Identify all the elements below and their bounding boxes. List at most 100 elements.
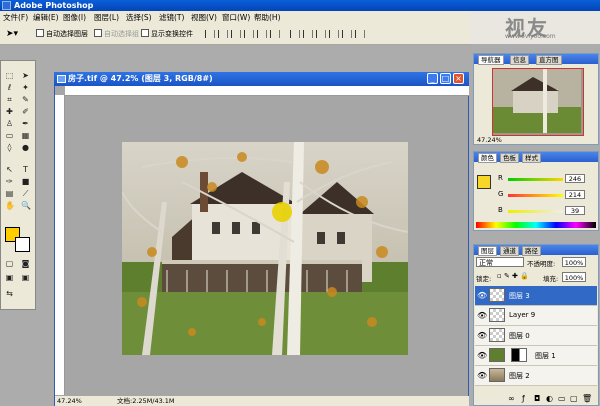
navigator-preview[interactable] <box>492 68 584 136</box>
healing-brush-icon[interactable]: ✚ <box>5 107 14 116</box>
distribute-left-icon[interactable] <box>329 30 339 38</box>
tab-styles[interactable]: 样式 <box>522 153 541 163</box>
tab-layers[interactable]: 图层 <box>478 246 497 256</box>
layer-row[interactable]: 👁 图层 0 <box>475 326 597 346</box>
menu-window[interactable]: 窗口(W) <box>222 11 250 24</box>
auto-select-layer-checkbox[interactable]: 自动选择图层 <box>36 28 88 40</box>
menu-filter[interactable]: 滤镜(T) <box>159 11 184 24</box>
history-brush-icon[interactable]: ✒ <box>21 119 30 128</box>
minimize-button[interactable]: _ <box>427 73 438 84</box>
layer-mask-thumbnail[interactable] <box>511 348 527 362</box>
layer-row[interactable]: 👁 图层 2 <box>475 366 597 386</box>
path-select-icon[interactable]: ↖ <box>5 165 14 174</box>
tab-swatches[interactable]: 色板 <box>500 153 519 163</box>
blend-mode-select[interactable]: 正常 <box>476 257 524 267</box>
delete-layer-icon[interactable]: 🗑 <box>582 392 592 405</box>
stamp-tool-icon[interactable]: ♙ <box>5 119 14 128</box>
color-panel-foreground-swatch[interactable] <box>477 175 491 189</box>
blur-tool-icon[interactable]: ◊ <box>5 143 14 152</box>
tab-navigator[interactable]: 导航器 <box>478 55 504 65</box>
crop-tool-icon[interactable]: ⌗ <box>5 95 14 104</box>
menu-select[interactable]: 选择(S) <box>126 11 152 24</box>
align-hcenter-icon[interactable] <box>257 30 267 38</box>
quickmask-mode-icon[interactable]: ◙ <box>21 259 30 268</box>
screen-mode-icon[interactable]: ▣ <box>5 273 14 282</box>
tab-info[interactable]: 信息 <box>510 55 529 65</box>
align-right-icon[interactable] <box>270 30 280 38</box>
channel-g-slider[interactable] <box>508 194 563 197</box>
add-mask-icon[interactable]: ◘ <box>534 392 540 405</box>
gradient-tool-icon[interactable]: ▦ <box>21 131 30 140</box>
close-button[interactable]: × <box>453 73 464 84</box>
menu-edit[interactable]: 编辑(E) <box>33 11 59 24</box>
jump-to-imageready-icon[interactable]: ⇆ <box>5 289 14 298</box>
opacity-input[interactable]: 100% <box>562 257 586 267</box>
distribute-bottom-icon[interactable] <box>316 30 326 38</box>
align-top-icon[interactable] <box>205 30 215 38</box>
zoom-level[interactable]: 47.24% <box>57 396 82 406</box>
new-group-icon[interactable]: ▭ <box>558 392 566 405</box>
pen-tool-icon[interactable]: ✑ <box>5 177 14 186</box>
fullscreen-mode-icon[interactable]: ▣ <box>21 273 30 282</box>
hand-tool-icon[interactable]: ✋ <box>5 201 15 210</box>
auto-select-layer-label: 自动选择图层 <box>46 30 88 38</box>
fill-input[interactable]: 100% <box>562 272 586 282</box>
shape-tool-icon[interactable]: ■ <box>21 177 30 186</box>
adjustment-layer-icon[interactable]: ◐ <box>546 392 553 405</box>
background-color-swatch[interactable] <box>15 237 30 252</box>
tab-color[interactable]: 颜色 <box>478 153 497 163</box>
lock-icons[interactable]: ▫ ✎ ✚ 🔒 <box>497 272 529 280</box>
eraser-tool-icon[interactable]: ▭ <box>5 131 14 140</box>
channel-r-value[interactable]: 246 <box>565 174 585 183</box>
document-canvas[interactable] <box>122 142 408 355</box>
show-transform-controls-checkbox[interactable]: 显示变换控件 <box>141 28 193 40</box>
move-tool-icon[interactable]: ➤▾ <box>6 28 18 40</box>
layer-row[interactable]: 👁 图层 3 <box>475 286 597 306</box>
channel-g-value[interactable]: 214 <box>565 190 585 199</box>
dodge-tool-icon[interactable]: ● <box>21 143 30 152</box>
layer-row[interactable]: 👁 图层 1 <box>475 346 597 366</box>
link-layers-icon[interactable]: ∞ <box>508 392 515 405</box>
channel-r-slider[interactable] <box>508 178 563 181</box>
move-tool-icon[interactable]: ➤ <box>21 71 30 80</box>
menu-layer[interactable]: 图层(L) <box>94 11 119 24</box>
auto-select-group-checkbox[interactable]: 自动选择组 <box>94 28 139 40</box>
zoom-tool-icon[interactable]: 🔍 <box>21 201 31 210</box>
visibility-eye-icon[interactable]: 👁 <box>477 371 487 380</box>
visibility-eye-icon[interactable]: 👁 <box>477 291 487 300</box>
menu-image[interactable]: 图像(I) <box>63 11 86 24</box>
layer-style-icon[interactable]: ƒ <box>522 392 525 405</box>
tab-paths[interactable]: 路径 <box>522 246 541 256</box>
navigator-zoom[interactable]: 47.24% <box>477 136 502 144</box>
menu-view[interactable]: 视图(V) <box>191 11 217 24</box>
menu-file[interactable]: 文件(F) <box>3 11 28 24</box>
distribute-hcenter-icon[interactable] <box>342 30 352 38</box>
magic-wand-icon[interactable]: ✦ <box>21 83 30 92</box>
align-left-icon[interactable] <box>244 30 254 38</box>
eyedropper-icon[interactable]: ⟋ <box>21 189 30 198</box>
visibility-eye-icon[interactable]: 👁 <box>477 311 487 320</box>
type-tool-icon[interactable]: T <box>21 165 30 174</box>
channel-b-slider[interactable] <box>508 210 563 213</box>
channel-b-value[interactable]: 39 <box>565 206 585 215</box>
menu-help[interactable]: 帮助(H) <box>254 11 281 24</box>
align-bottom-icon[interactable] <box>231 30 241 38</box>
marquee-tool-icon[interactable]: ⬚ <box>5 71 14 80</box>
tab-histogram[interactable]: 直方图 <box>536 55 562 65</box>
standard-mode-icon[interactable]: ▢ <box>5 259 14 268</box>
distribute-right-icon[interactable] <box>355 30 365 38</box>
lasso-tool-icon[interactable]: ℓ <box>5 83 14 92</box>
tab-channels[interactable]: 通道 <box>500 246 519 256</box>
notes-tool-icon[interactable]: ▤ <box>5 189 14 198</box>
distribute-vcenter-icon[interactable] <box>303 30 313 38</box>
maximize-button[interactable]: □ <box>440 73 451 84</box>
slice-tool-icon[interactable]: ✎ <box>21 95 30 104</box>
visibility-eye-icon[interactable]: 👁 <box>477 331 487 340</box>
distribute-top-icon[interactable] <box>290 30 300 38</box>
layer-row[interactable]: 👁 Layer 9 <box>475 306 597 326</box>
visibility-eye-icon[interactable]: 👁 <box>477 351 487 360</box>
align-vcenter-icon[interactable] <box>218 30 228 38</box>
new-layer-icon[interactable]: ▢ <box>570 392 578 405</box>
brush-tool-icon[interactable]: ✐ <box>21 107 30 116</box>
color-spectrum-bar[interactable] <box>476 222 596 228</box>
